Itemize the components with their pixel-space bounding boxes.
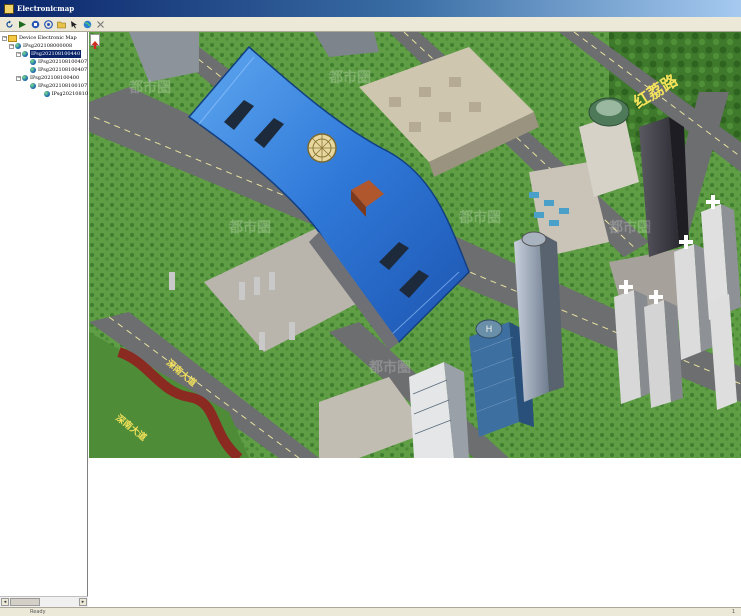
electronic-map-view[interactable]: H 红荔路 深南大道 深南大道 都市圈 都市圈 都市圈 都市圈 都市圈 都市圈 — [89, 32, 741, 458]
scroll-thumb[interactable] — [10, 598, 40, 606]
collapse-icon[interactable]: − — [9, 43, 14, 49]
globe-icon[interactable] — [82, 19, 92, 29]
tree-node[interactable]: IPsg202108100107 — [2, 82, 88, 90]
status-right-text: 1 — [731, 609, 735, 615]
tree-root[interactable]: − Device Electronic Map — [2, 34, 88, 42]
up-arrow-icon — [91, 41, 99, 49]
pointer-icon[interactable] — [69, 19, 79, 29]
title-bar: Electronicmap — [0, 0, 741, 17]
play-icon[interactable] — [17, 19, 27, 29]
device-globe-icon — [15, 43, 21, 49]
device-globe-icon — [44, 91, 50, 97]
device-globe-icon — [22, 75, 28, 81]
device-globe-icon — [22, 51, 28, 57]
refresh-icon[interactable] — [4, 19, 14, 29]
tree-node[interactable]: IPsg202108100407 — [2, 58, 88, 66]
map-blank-area — [89, 458, 741, 616]
city-map-image: H 红荔路 深南大道 深南大道 都市圈 都市圈 都市圈 都市圈 都市圈 都市圈 — [89, 32, 741, 458]
collapse-icon[interactable]: − — [16, 75, 21, 81]
map-watermark: 都市圈 — [608, 219, 651, 236]
record-icon[interactable] — [43, 19, 53, 29]
map-watermark: 都市圈 — [328, 69, 371, 86]
svg-text:H: H — [486, 325, 493, 335]
device-globe-icon — [30, 67, 36, 73]
tree-node[interactable]: IPsg20210810 — [2, 90, 88, 98]
toolbar — [0, 17, 741, 32]
status-bar: Ready 1 — [0, 607, 741, 616]
delete-icon[interactable] — [95, 19, 105, 29]
map-watermark: 都市圈 — [368, 359, 411, 376]
collapse-icon[interactable]: − — [2, 35, 7, 41]
window-title: Electronicmap — [17, 4, 75, 13]
map-watermark: 都市圈 — [458, 209, 501, 226]
collapse-icon[interactable]: − — [16, 51, 21, 57]
status-text: Ready — [30, 609, 46, 615]
tree-node[interactable]: IPsg202108100407 — [2, 66, 88, 74]
tree-horizontal-scrollbar[interactable]: ◂ ▸ — [0, 596, 88, 607]
scroll-left-icon[interactable]: ◂ — [1, 598, 9, 606]
stop-icon[interactable] — [30, 19, 40, 29]
device-tree: − Device Electronic Map − IPsg2021080000… — [2, 34, 88, 98]
tree-node[interactable]: − IPsg202108100440 — [2, 50, 88, 58]
app-icon — [4, 3, 14, 14]
device-globe-icon — [30, 59, 36, 65]
scroll-right-icon[interactable]: ▸ — [79, 598, 87, 606]
tree-node[interactable]: − IPsg202108000008 — [2, 42, 88, 50]
map-watermark: 都市圈 — [228, 219, 271, 236]
tree-node[interactable]: − IPsg202108100400 — [2, 74, 88, 82]
device-globe-icon — [30, 83, 36, 89]
map-parent-button[interactable] — [90, 34, 100, 49]
device-tree-panel: − Device Electronic Map − IPsg2021080000… — [0, 32, 88, 616]
folder-icon[interactable] — [56, 19, 66, 29]
map-folder-icon — [8, 34, 17, 42]
map-watermark: 都市圈 — [128, 79, 171, 96]
